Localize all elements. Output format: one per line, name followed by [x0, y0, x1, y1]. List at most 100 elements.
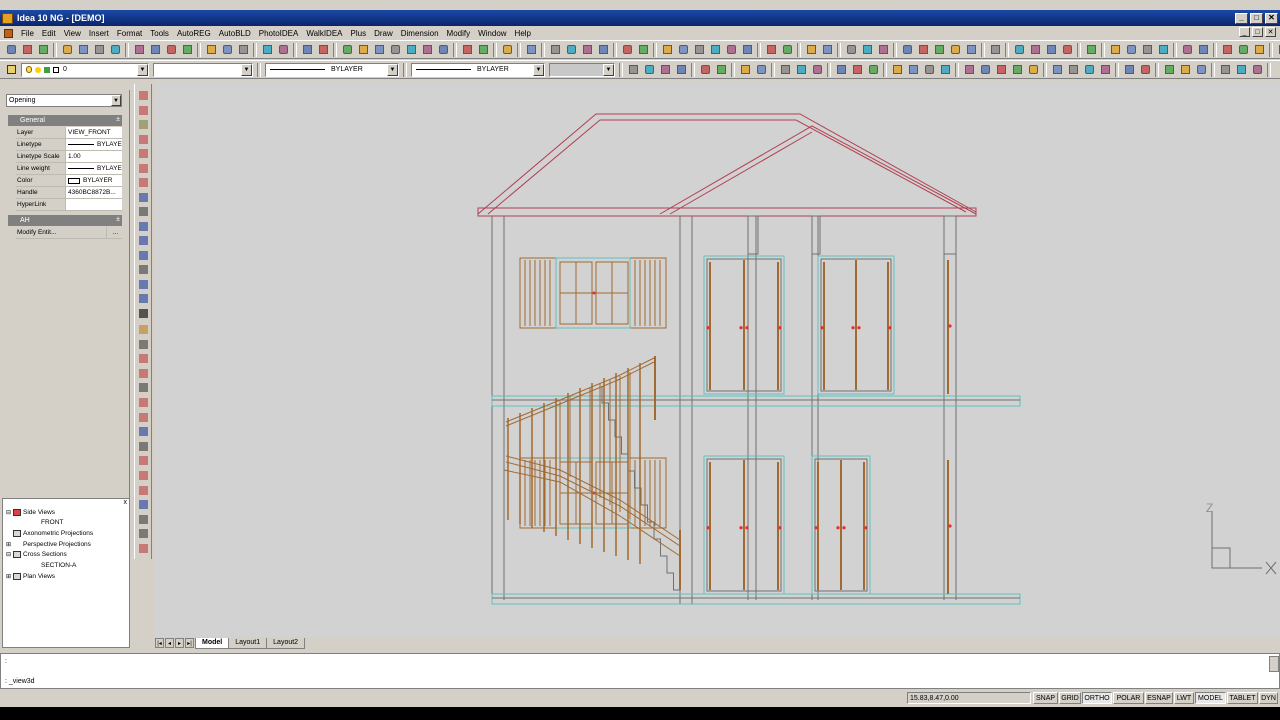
standard-tool-icon[interactable]	[724, 43, 738, 57]
standard-tool-icon[interactable]	[1236, 43, 1250, 57]
collapse-icon[interactable]: ±	[116, 116, 120, 123]
modify-tool-icon[interactable]	[890, 63, 904, 77]
command-prompt[interactable]: :	[5, 658, 7, 665]
menu-edit[interactable]: Edit	[38, 29, 60, 38]
draw-tool-icon[interactable]	[138, 148, 149, 159]
modify-tool-icon[interactable]	[138, 470, 149, 481]
modify-tool-icon[interactable]	[138, 412, 149, 423]
color-combo[interactable]: ▼	[153, 62, 253, 77]
modify-tool-icon[interactable]	[1250, 63, 1264, 77]
chevron-down-icon[interactable]: ▼	[533, 63, 544, 76]
draw-tool-icon[interactable]	[138, 90, 149, 101]
close-icon[interactable]: x	[124, 499, 128, 506]
modify-tool-icon[interactable]	[1082, 63, 1096, 77]
standard-tool-icon[interactable]	[692, 43, 706, 57]
menu-autoreg[interactable]: AutoREG	[173, 29, 215, 38]
modify-tool-icon[interactable]	[1122, 63, 1136, 77]
modify-tool-icon[interactable]	[906, 63, 920, 77]
standard-tool-icon[interactable]	[780, 43, 794, 57]
modify-tool-icon[interactable]	[1050, 63, 1064, 77]
draw-tool-icon[interactable]	[138, 264, 149, 275]
tree-item-plan-views[interactable]: ⊞ Plan Views	[6, 573, 55, 580]
prop-value[interactable]: VIEW_FRONT	[65, 127, 122, 138]
menu-modify[interactable]: Modify	[443, 29, 475, 38]
layer-manager-icon[interactable]	[4, 63, 18, 77]
standard-tool-icon[interactable]	[404, 43, 418, 57]
tab-last-button[interactable]: ▸|	[185, 638, 194, 648]
tab-layout2[interactable]: Layout2	[266, 637, 306, 649]
expander-icon[interactable]: ⊟	[6, 509, 12, 516]
prop-row-handle[interactable]: Handle 4360BC8872B...	[16, 187, 122, 199]
modify-tool-icon[interactable]	[138, 543, 149, 554]
document-icon[interactable]	[4, 28, 13, 38]
menu-window[interactable]: Window	[474, 29, 510, 38]
command-scrollbar[interactable]	[1269, 656, 1279, 672]
standard-tool-icon[interactable]	[1084, 43, 1098, 57]
modify-tool-icon[interactable]	[626, 63, 640, 77]
doc-restore-button[interactable]: □	[1252, 27, 1263, 37]
standard-tool-icon[interactable]	[36, 43, 50, 57]
menu-plus[interactable]: Plus	[347, 29, 371, 38]
modify-tool-icon[interactable]	[138, 382, 149, 393]
standard-tool-icon[interactable]	[76, 43, 90, 57]
modify-tool-icon[interactable]	[138, 485, 149, 496]
expander-icon[interactable]: ⊞	[6, 573, 12, 580]
prop-row-linetype[interactable]: Linetype BYLAYE	[16, 139, 122, 151]
standard-tool-icon[interactable]	[4, 43, 18, 57]
modify-tool-icon[interactable]	[1098, 63, 1112, 77]
tree-item-cross-sections[interactable]: ⊟ Cross Sections	[6, 551, 67, 558]
status-toggle-polar[interactable]: POLAR	[1113, 692, 1144, 704]
modify-tool-icon[interactable]	[1218, 63, 1232, 77]
modify-tool-icon[interactable]	[642, 63, 656, 77]
prop-row-color[interactable]: Color BYLAYER	[16, 175, 122, 187]
modify-tool-icon[interactable]	[994, 63, 1008, 77]
standard-tool-icon[interactable]	[20, 43, 34, 57]
menu-format[interactable]: Format	[113, 29, 146, 38]
draw-tool-icon[interactable]	[138, 206, 149, 217]
modify-tool-icon[interactable]	[138, 339, 149, 350]
draw-tool-icon[interactable]	[138, 250, 149, 261]
standard-tool-icon[interactable]	[132, 43, 146, 57]
command-line[interactable]: : : _view3d	[0, 653, 1280, 689]
standard-tool-icon[interactable]	[1156, 43, 1170, 57]
tab-prev-button[interactable]: ◂	[165, 638, 174, 648]
standard-tool-icon[interactable]	[476, 43, 490, 57]
modify-tool-icon[interactable]	[1194, 63, 1208, 77]
standard-tool-icon[interactable]	[548, 43, 562, 57]
tree-item-perspective[interactable]: ⊞ Perspective Projections	[6, 541, 91, 548]
modify-tool-icon[interactable]	[1010, 63, 1024, 77]
modify-tool-icon[interactable]	[138, 353, 149, 364]
standard-tool-icon[interactable]	[1108, 43, 1122, 57]
menu-walkidea[interactable]: WalkIDEA	[302, 29, 346, 38]
prop-value[interactable]	[65, 199, 122, 210]
modify-tool-icon[interactable]	[1162, 63, 1176, 77]
prop-row-hyperlink[interactable]: HyperLink	[16, 199, 122, 211]
modify-tool-icon[interactable]	[138, 441, 149, 452]
tab-first-button[interactable]: |◂	[155, 638, 164, 648]
modify-tool-icon[interactable]	[138, 397, 149, 408]
status-toggle-snap[interactable]: SNAP	[1033, 692, 1058, 704]
modify-tool-icon[interactable]	[138, 324, 149, 335]
standard-tool-icon[interactable]	[676, 43, 690, 57]
standard-tool-icon[interactable]	[620, 43, 634, 57]
chevron-down-icon[interactable]: ▼	[603, 63, 614, 76]
standard-tool-icon[interactable]	[180, 43, 194, 57]
standard-tool-icon[interactable]	[204, 43, 218, 57]
standard-tool-icon[interactable]	[860, 43, 874, 57]
standard-tool-icon[interactable]	[1028, 43, 1042, 57]
standard-tool-icon[interactable]	[260, 43, 274, 57]
standard-tool-icon[interactable]	[1140, 43, 1154, 57]
draw-tool-icon[interactable]	[138, 134, 149, 145]
modify-tool-icon[interactable]	[1178, 63, 1192, 77]
draw-tool-icon[interactable]	[138, 192, 149, 203]
modify-tool-icon[interactable]	[714, 63, 728, 77]
modify-tool-icon[interactable]	[794, 63, 808, 77]
standard-tool-icon[interactable]	[316, 43, 330, 57]
draw-tool-icon[interactable]	[138, 177, 149, 188]
draw-tool-icon[interactable]	[138, 293, 149, 304]
menu-tools[interactable]: Tools	[146, 29, 173, 38]
prop-value[interactable]: BYLAYE	[65, 139, 122, 150]
modify-tool-icon[interactable]	[778, 63, 792, 77]
maximize-button[interactable]: □	[1250, 12, 1263, 24]
standard-tool-icon[interactable]	[636, 43, 650, 57]
